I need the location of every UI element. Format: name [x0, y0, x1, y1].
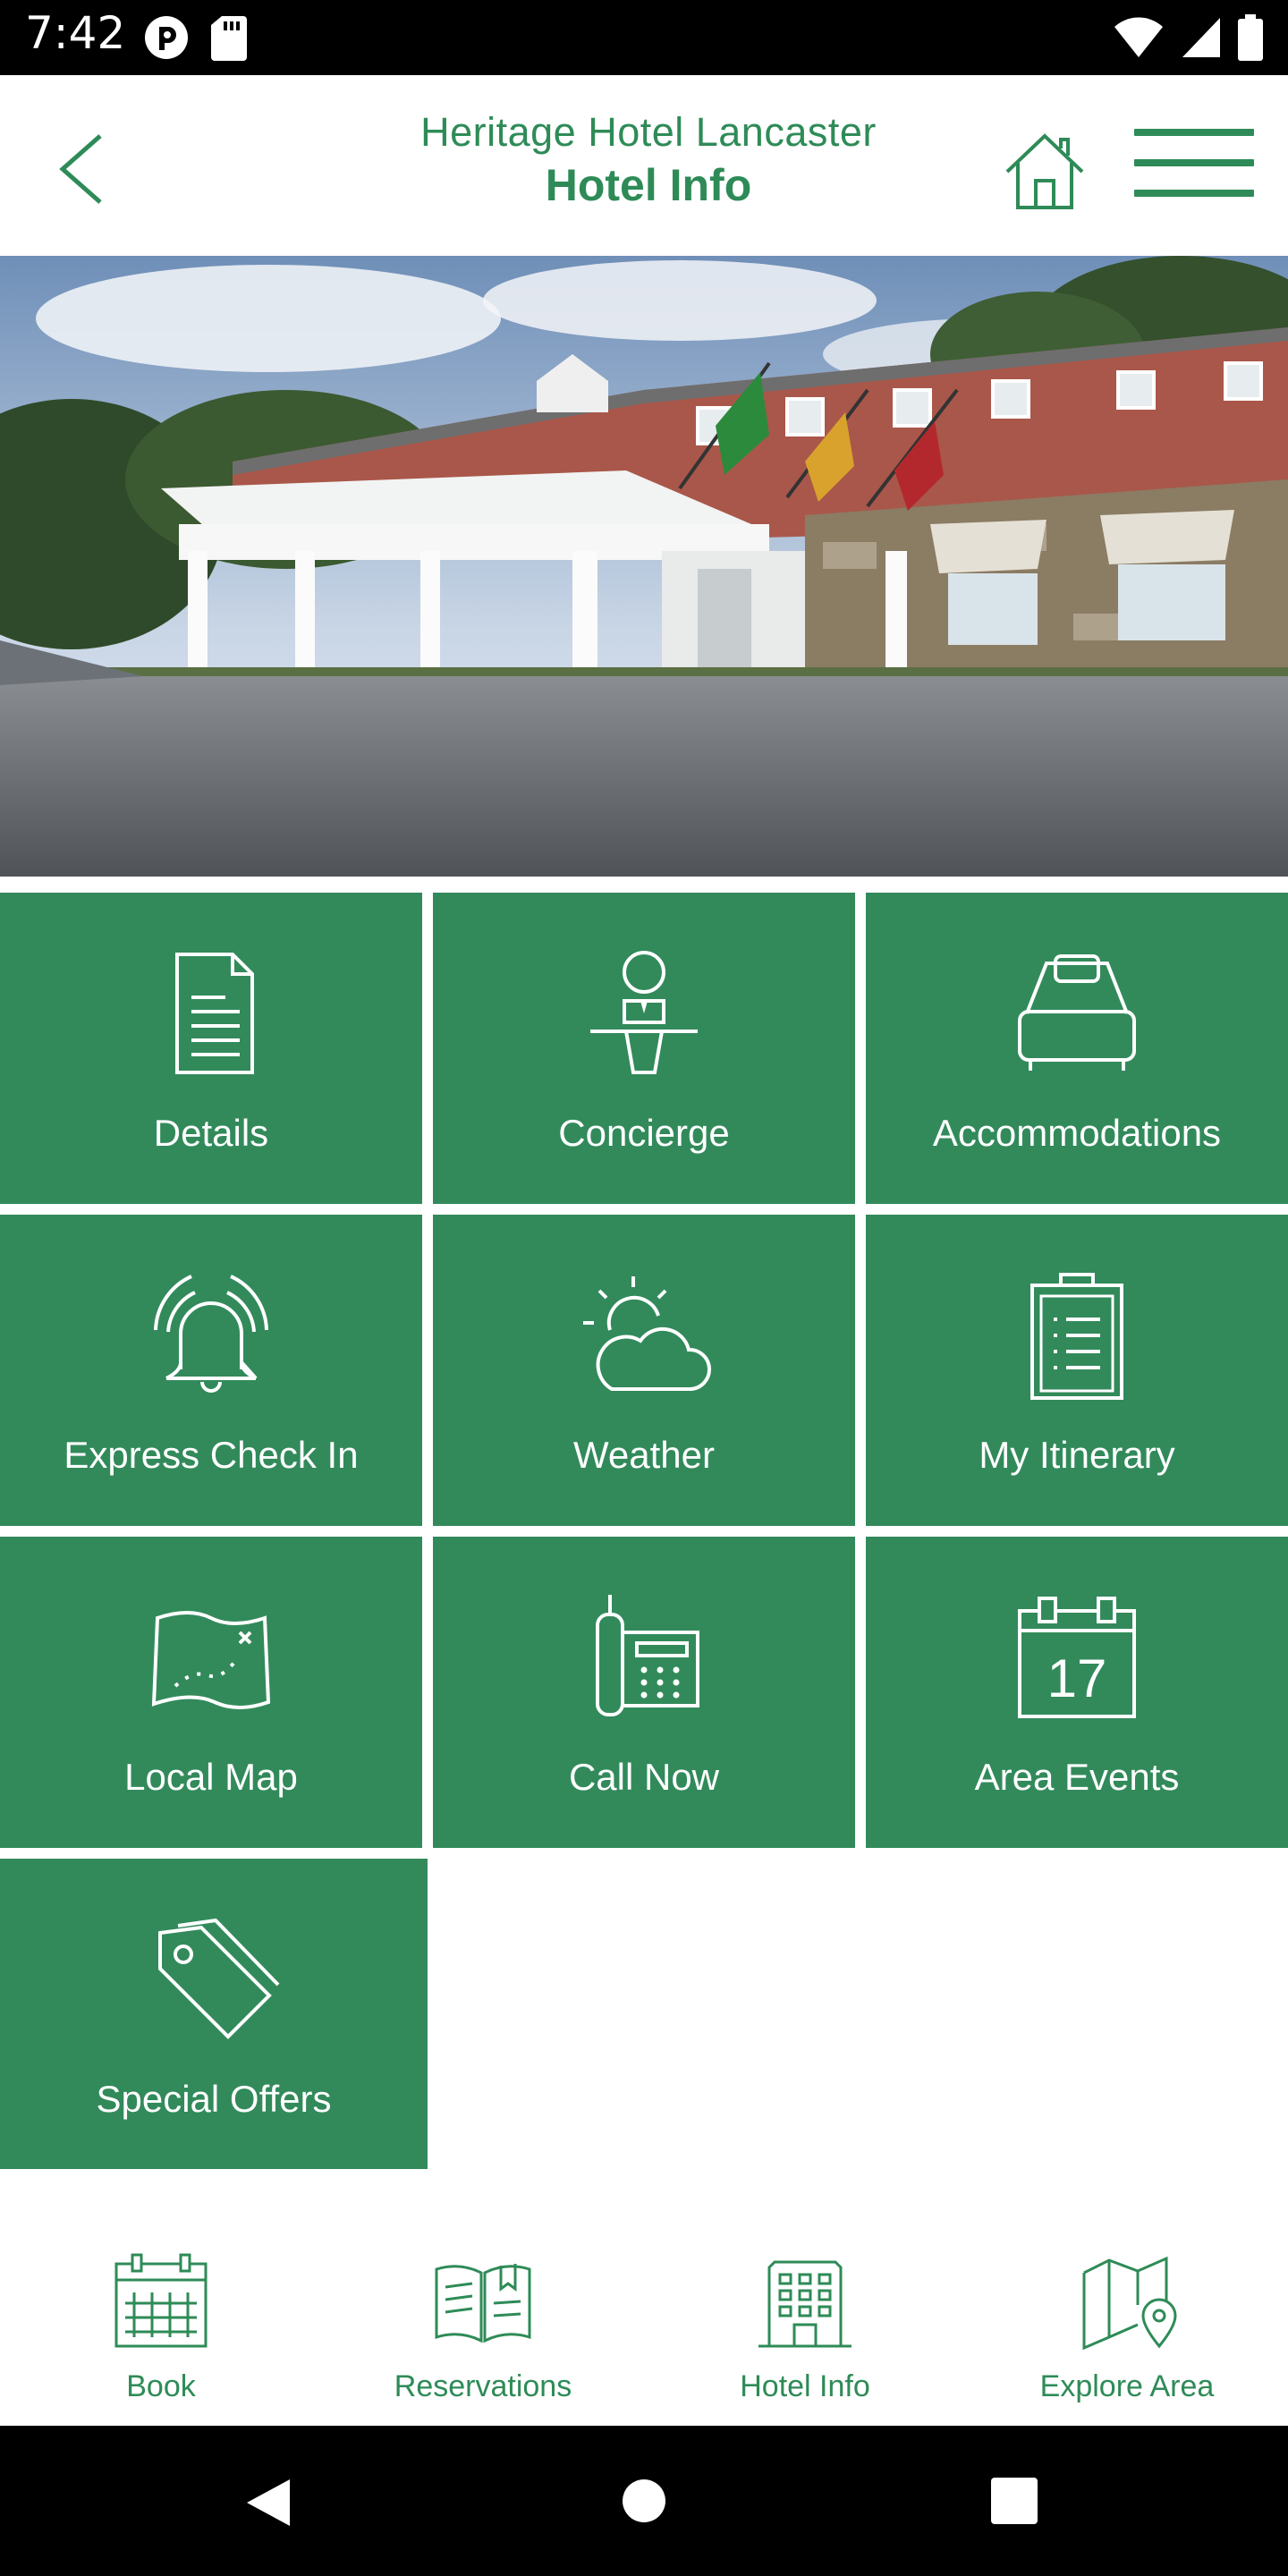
- android-back-button[interactable]: [243, 2476, 293, 2529]
- concierge-icon: [590, 951, 698, 1074]
- nav-reservations[interactable]: Reservations: [322, 2169, 644, 2426]
- map-icon: [151, 1611, 271, 1709]
- bell-icon: [154, 1275, 268, 1393]
- tile-concierge[interactable]: Concierge: [433, 893, 855, 1204]
- building-icon: [758, 2260, 852, 2348]
- menu-line: [1134, 129, 1254, 136]
- nav-label: Book: [126, 2369, 196, 2403]
- sd-card-icon: [211, 16, 247, 61]
- tile-label: Special Offers: [96, 2078, 332, 2120]
- app-notification-icon: [145, 16, 188, 59]
- menu-line: [1134, 159, 1254, 166]
- tile-call-now[interactable]: Call Now: [433, 1537, 855, 1848]
- tile-details[interactable]: Details: [0, 893, 422, 1204]
- bed-icon: [1018, 954, 1136, 1071]
- clipboard-icon: [1030, 1273, 1123, 1400]
- tile-area-events[interactable]: 17 Area Events: [866, 1537, 1288, 1848]
- tile-label: Area Events: [974, 1756, 1180, 1798]
- home-button[interactable]: [1000, 127, 1089, 216]
- nav-explore-area[interactable]: Explore Area: [966, 2169, 1288, 2426]
- calendar-day-number: 17: [1047, 1648, 1107, 1708]
- tile-label: Call Now: [568, 1756, 720, 1798]
- tile-label: My Itinerary: [979, 1434, 1175, 1476]
- android-nav-bar: [0, 2426, 1288, 2576]
- nav-book[interactable]: Book: [0, 2169, 322, 2426]
- menu-button[interactable]: [1134, 122, 1254, 211]
- tile-label: Concierge: [558, 1112, 730, 1154]
- nav-hotel-info[interactable]: Hotel Info: [644, 2169, 966, 2426]
- calendar-icon: 17: [1018, 1597, 1136, 1718]
- tile-label: Local Map: [124, 1756, 298, 1798]
- back-button[interactable]: [50, 129, 113, 209]
- tag-icon: [158, 1918, 280, 2039]
- tile-label: Details: [153, 1112, 269, 1154]
- tile-local-map[interactable]: Local Map: [0, 1537, 422, 1848]
- hotel-name: Heritage Hotel Lancaster: [420, 109, 877, 155]
- android-recents-button[interactable]: [991, 2478, 1038, 2524]
- tile-special-offers[interactable]: Special Offers: [0, 1859, 428, 2170]
- status-bar: 7:42: [0, 0, 1288, 75]
- phone-icon: [596, 1595, 699, 1716]
- nav-label: Reservations: [394, 2369, 572, 2403]
- open-book-icon: [435, 2264, 531, 2343]
- tile-label: Express Check In: [64, 1434, 359, 1476]
- nav-label: Explore Area: [1039, 2369, 1215, 2403]
- bottom-nav: Book Reservations Hotel Info Explore Are…: [0, 2169, 1288, 2426]
- map-pin-icon: [1082, 2256, 1177, 2351]
- wifi-icon: [1114, 17, 1163, 57]
- home-icon: [1005, 133, 1084, 209]
- android-home-button[interactable]: [621, 2478, 667, 2524]
- tile-express-check-in[interactable]: Express Check In: [0, 1215, 422, 1526]
- hotel-hero-image: [0, 256, 1288, 882]
- weather-icon: [583, 1276, 711, 1391]
- status-time: 7:42: [25, 7, 126, 59]
- battery-icon: [1238, 14, 1263, 61]
- cell-signal-icon: [1182, 18, 1220, 57]
- app-header: Heritage Hotel Lancaster Hotel Info: [0, 75, 1288, 256]
- tile-label: Accommodations: [932, 1112, 1222, 1154]
- nav-label: Hotel Info: [740, 2369, 870, 2403]
- tile-weather[interactable]: Weather: [433, 1215, 855, 1526]
- tile-my-itinerary[interactable]: My Itinerary: [866, 1215, 1288, 1526]
- chevron-left-icon: [59, 134, 102, 204]
- tile-label: Weather: [573, 1434, 715, 1476]
- page-title: Hotel Info: [545, 160, 752, 210]
- document-icon: [175, 953, 254, 1074]
- tile-accommodations[interactable]: Accommodations: [866, 893, 1288, 1204]
- calendar-grid-icon: [114, 2253, 208, 2348]
- menu-line: [1134, 190, 1254, 197]
